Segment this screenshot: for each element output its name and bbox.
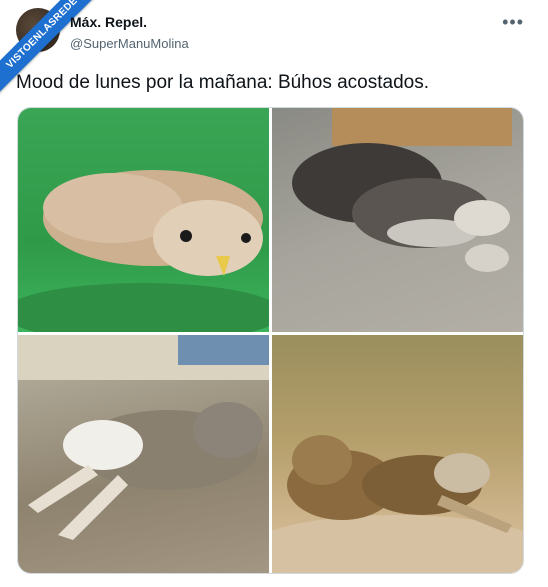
photo-owl-mat[interactable] xyxy=(18,108,269,332)
photo-fluffy-chick[interactable] xyxy=(18,335,269,573)
photo-burrowing-owls[interactable] xyxy=(272,335,523,573)
photo-dark-chick[interactable] xyxy=(272,108,523,332)
owl-illustration xyxy=(18,170,269,332)
photo-grid xyxy=(17,107,524,574)
user-handle[interactable]: @SuperManuMolina xyxy=(70,36,189,51)
burrowing-owls-illustration xyxy=(272,435,523,573)
display-name[interactable]: Máx. Repel. xyxy=(70,14,147,30)
chick-illustration xyxy=(292,108,512,272)
tweet-text: Mood de lunes por la mañana: Búhos acost… xyxy=(16,72,429,93)
more-icon[interactable]: ••• xyxy=(502,12,524,33)
fluffy-chick-illustration xyxy=(18,335,269,540)
